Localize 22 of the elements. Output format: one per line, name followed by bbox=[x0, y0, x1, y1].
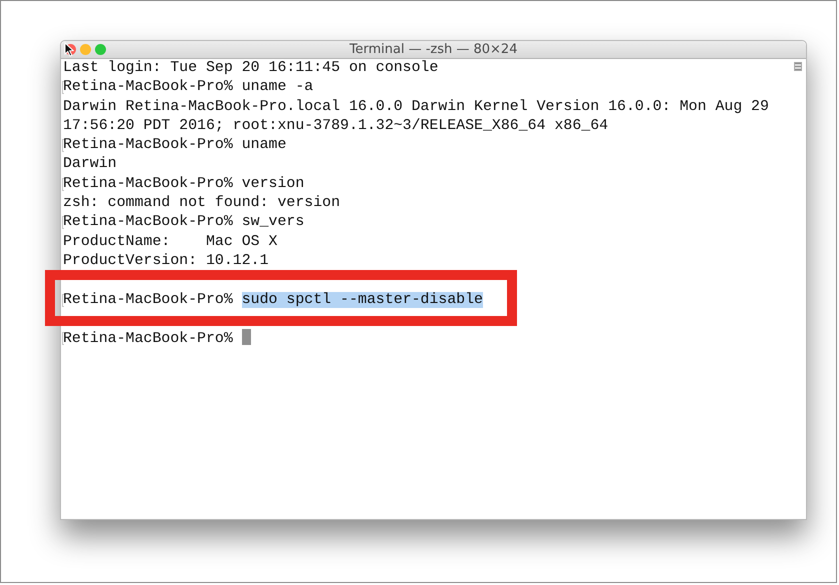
command-text: uname -a bbox=[242, 79, 314, 96]
output-text: Darwin Retina-MacBook-Pro.local 16.0.0 Darwin Kernel Version 16.0.0: Mon Aug 29 bbox=[63, 98, 769, 115]
selected-command-text: sudo spctl --master-disable bbox=[242, 292, 483, 308]
scroll-indicator-icon bbox=[794, 62, 802, 71]
minimize-button[interactable] bbox=[80, 44, 91, 55]
output-text: Last login: Tue Sep 20 16:11:45 on console bbox=[63, 60, 438, 76]
prompt-text: Retina-MacBook-Pro% bbox=[63, 214, 233, 230]
command-text: sw_vers bbox=[242, 214, 304, 230]
output-text: zsh: command not found: version bbox=[63, 195, 340, 212]
command-text: version bbox=[242, 176, 304, 192]
prompt-text: Retina-MacBook-Pro% bbox=[63, 137, 233, 154]
output-text: ProductVersion: 10.12.1 bbox=[63, 252, 269, 269]
prompt-text: Retina-MacBook-Pro% bbox=[63, 292, 233, 308]
window-title: Terminal — -zsh — 80×24 bbox=[350, 41, 518, 58]
prompt-text: Retina-MacBook-Pro% bbox=[63, 176, 233, 192]
output-text: 17:56:20 PDT 2016; root:xnu-3789.1.32~3/RELEASE_X86_64 x86_64 bbox=[63, 118, 608, 134]
output-text: Darwin bbox=[63, 156, 117, 172]
command-text: uname bbox=[242, 137, 286, 154]
zoom-button[interactable] bbox=[95, 44, 106, 55]
prompt-text: Retina-MacBook-Pro% bbox=[63, 79, 233, 96]
prompt-text: Retina-MacBook-Pro% bbox=[63, 331, 233, 348]
output-text: ProductName: Mac OS X bbox=[63, 234, 278, 250]
